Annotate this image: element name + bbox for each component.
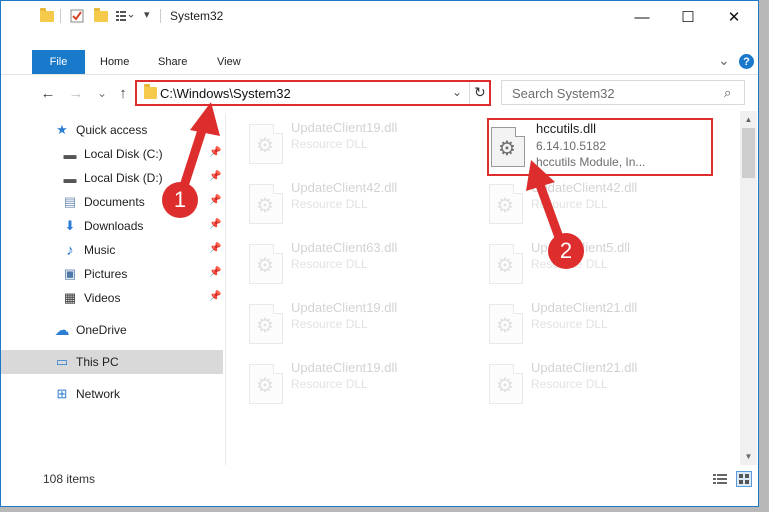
arrow-1 [179, 102, 220, 191]
step-badge-2: 2 [548, 233, 584, 269]
annotation-arrows [179, 102, 565, 245]
step-badge-1: 1 [162, 182, 198, 218]
arrow-2 [526, 160, 565, 245]
